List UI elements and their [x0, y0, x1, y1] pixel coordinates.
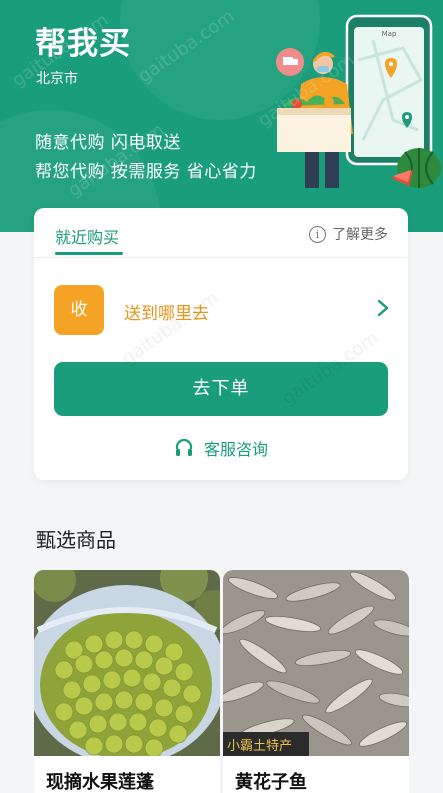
product-card[interactable]: 现摘水果莲蓬 [34, 570, 220, 793]
product-image-lotus-seeds [34, 570, 220, 756]
place-order-button[interactable]: 去下单 [54, 362, 388, 416]
delivery-illustration: Map [276, 14, 441, 188]
product-name: 现摘水果莲蓬 [46, 772, 154, 793]
section-title: 甄选商品 [36, 528, 116, 552]
destination-field[interactable]: 送到哪里去 [124, 299, 209, 324]
phone-map-label: Map [382, 30, 397, 38]
customer-service-label: 客服咨询 [203, 440, 268, 459]
learn-more-label: 了解更多 [332, 227, 388, 243]
city-selector[interactable]: 北京市 [36, 68, 78, 88]
learn-more-link[interactable]: i 了解更多 [309, 224, 388, 244]
divider [34, 257, 408, 258]
product-image-yellow-croaker: 小霸土特产 [223, 570, 409, 756]
slogan-line-1: 随意代购 闪电取送 [35, 133, 181, 153]
product-card[interactable]: 小霸土特产 黄花子鱼 [223, 570, 409, 793]
slogan-line-2: 帮您代购 按需服务 省心省力 [35, 162, 257, 182]
purchase-card: 就近购买 i 了解更多 收 送到哪里去 去下单 客服咨询 gaituba.com… [34, 208, 408, 480]
hero-banner: 帮我买 北京市 随意代购 闪电取送 帮您代购 按需服务 省心省力 Map gai… [0, 0, 443, 232]
headset-icon [175, 438, 193, 456]
tab-nearby-purchase[interactable]: 就近购买 [55, 224, 119, 248]
customer-service-link[interactable]: 客服咨询 [34, 436, 408, 460]
tab-active-indicator [55, 252, 123, 255]
receive-badge: 收 [54, 285, 104, 335]
page-title: 帮我买 [35, 26, 131, 62]
chevron-right-icon[interactable] [376, 298, 390, 318]
info-icon: i [309, 225, 326, 243]
product-stamp: 小霸土特产 [227, 739, 293, 754]
product-name: 黄花子鱼 [235, 772, 307, 793]
